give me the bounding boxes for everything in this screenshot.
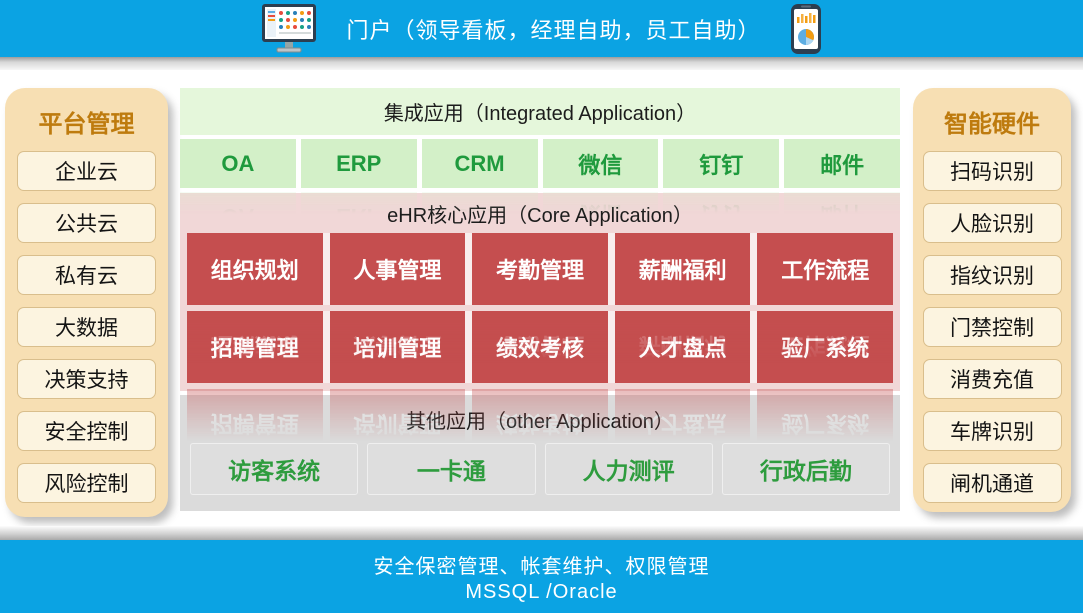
application-stack: 集成应用（Integrated Application） OA ERP CRM … <box>180 88 900 511</box>
platform-item-big-data: 大数据 <box>17 307 156 347</box>
bottom-shadow-band <box>0 526 1083 540</box>
core-item-performance: 绩效考核 <box>472 311 608 383</box>
platform-item-public-cloud: 公共云 <box>17 203 156 243</box>
integrated-item-erp: ERP <box>301 139 417 188</box>
core-item-recruiting: 招聘管理 <box>187 311 323 383</box>
platform-item-security-control: 安全控制 <box>17 411 156 451</box>
security-management-line: 安全保密管理、帐套维护、权限管理 <box>374 550 710 579</box>
core-item-talent-review: 人才盘点 <box>615 311 751 383</box>
hardware-item-barcode-recognition: 扫码识别 <box>923 151 1062 191</box>
other-section-title: 其他应用（other Application） <box>190 395 890 443</box>
core-row-2: 招聘管理 培训管理 绩效考核 人才盘点 验厂系统 <box>187 311 893 383</box>
smart-hardware-panel: 智能硬件 扫码识别 人脸识别 指纹识别 门禁控制 消费充值 车牌识别 闸机通道 <box>913 88 1071 512</box>
hardware-item-gate-channel: 闸机通道 <box>923 463 1062 503</box>
integrated-section-title: 集成应用（Integrated Application） <box>180 88 900 135</box>
platform-item-risk-control: 风险控制 <box>17 463 156 503</box>
integrated-item-mail: 邮件 <box>784 139 900 188</box>
hardware-item-payment-topup: 消费充值 <box>923 359 1062 399</box>
hardware-item-face-recognition: 人脸识别 <box>923 203 1062 243</box>
other-application-section: 其他应用（other Application） 访客系统 一卡通 人力测评 行政… <box>180 395 900 511</box>
dashboard-phone-icon <box>789 3 823 55</box>
hardware-item-fingerprint-recognition: 指纹识别 <box>923 255 1062 295</box>
portal-top-bar: 门户（领导看板，经理自助，员工自助） <box>0 0 1083 57</box>
core-section-title: eHR核心应用（Core Application） <box>187 193 893 233</box>
other-items-row: 访客系统 一卡通 人力测评 行政后勤 <box>190 443 890 495</box>
hardware-item-plate-recognition: 车牌识别 <box>923 411 1062 451</box>
other-item-hr-assessment: 人力测评 <box>545 443 713 495</box>
database-line: MSSQL /Oracle <box>465 581 617 604</box>
core-item-payroll-benefits: 薪酬福利 <box>615 233 751 305</box>
core-item-factory-audit: 验厂系统 <box>757 311 893 383</box>
security-bottom-bar: 安全保密管理、帐套维护、权限管理 MSSQL /Oracle <box>0 540 1083 613</box>
top-shadow-band <box>0 57 1083 70</box>
core-item-workflow: 工作流程 <box>757 233 893 305</box>
integrated-item-dingtalk: 钉钉 <box>663 139 779 188</box>
other-item-visitor-system: 访客系统 <box>190 443 358 495</box>
hardware-panel-title: 智能硬件 <box>913 104 1071 139</box>
core-row-1: 组织规划 人事管理 考勤管理 薪酬福利 工作流程 <box>187 233 893 305</box>
platform-item-private-cloud: 私有云 <box>17 255 156 295</box>
integrated-item-wechat: 微信 <box>543 139 659 188</box>
core-item-org-planning: 组织规划 <box>187 233 323 305</box>
integrated-application-section: 集成应用（Integrated Application） OA ERP CRM … <box>180 88 900 188</box>
core-application-section: eHR核心应用（Core Application） 组织规划 人事管理 考勤管理… <box>180 193 900 391</box>
hardware-item-access-control: 门禁控制 <box>923 307 1062 347</box>
core-item-training: 培训管理 <box>330 311 466 383</box>
platform-management-panel: 平台管理 企业云 公共云 私有云 大数据 决策支持 安全控制 风险控制 <box>5 88 168 517</box>
platform-panel-title: 平台管理 <box>5 104 168 139</box>
platform-item-enterprise-cloud: 企业云 <box>17 151 156 191</box>
other-item-one-card: 一卡通 <box>367 443 535 495</box>
dashboard-monitor-icon <box>260 3 318 55</box>
integrated-items-row: OA ERP CRM 微信 钉钉 邮件 <box>180 139 900 188</box>
integrated-item-oa: OA <box>180 139 296 188</box>
portal-title: 门户（领导看板，经理自助，员工自助） <box>346 13 760 45</box>
core-item-hr-management: 人事管理 <box>330 233 466 305</box>
platform-item-decision-support: 决策支持 <box>17 359 156 399</box>
core-item-attendance: 考勤管理 <box>472 233 608 305</box>
ehr-architecture-slide: 门户（领导看板，经理自助，员工自助） 平台管理 企业云 公共云 私有云 大数据 … <box>0 0 1083 613</box>
integrated-item-crm: CRM <box>422 139 538 188</box>
other-item-admin-logistics: 行政后勤 <box>722 443 890 495</box>
